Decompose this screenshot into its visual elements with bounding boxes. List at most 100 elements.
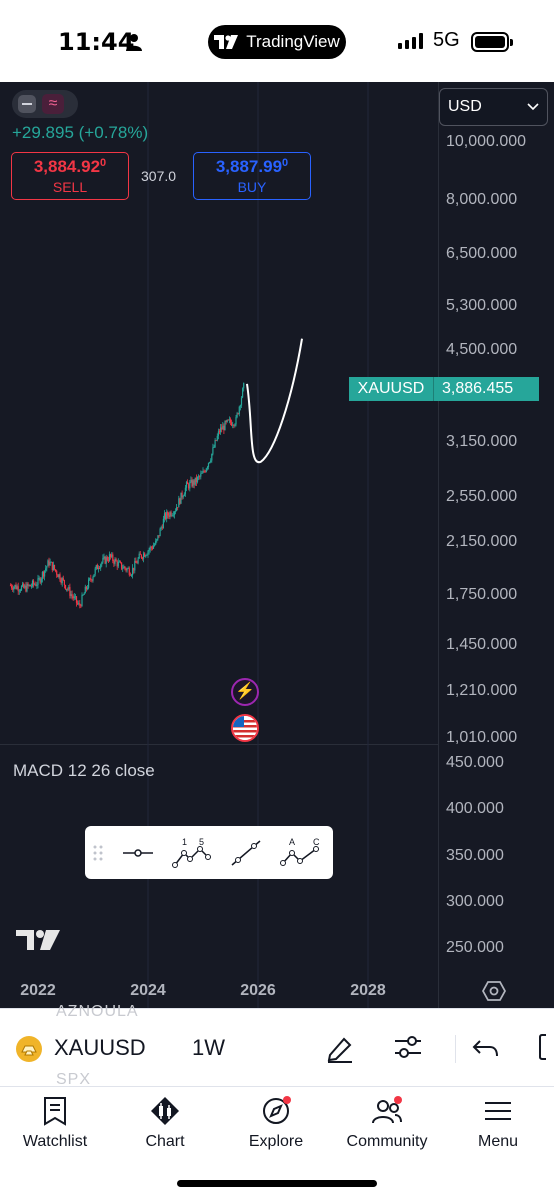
candle (40, 578, 42, 583)
candle (204, 471, 206, 473)
candle (203, 471, 205, 472)
price-axis-label: 1,750.000 (446, 586, 518, 603)
candle (184, 487, 186, 495)
symbol-bar-divider (455, 1035, 456, 1063)
person-icon (126, 34, 142, 51)
indicators-sliders-icon[interactable] (392, 1031, 424, 1063)
candle (96, 565, 98, 570)
candle (114, 559, 116, 564)
candle (91, 579, 93, 581)
tab-watchlist[interactable]: Watchlist (0, 1087, 110, 1151)
tab-community[interactable]: Community (332, 1087, 442, 1151)
tab-label: Explore (248, 1133, 304, 1150)
candle (25, 585, 27, 592)
candle (62, 578, 64, 581)
candle (34, 584, 36, 586)
macd-indicator-label[interactable]: MACD 12 26 close (13, 761, 155, 781)
candle (132, 567, 134, 576)
sell-price: 3,884.92 (33, 157, 101, 176)
abc-correction-button[interactable]: A C (273, 826, 327, 879)
candle (111, 554, 113, 557)
trend-line-button[interactable] (219, 826, 273, 879)
impulse-label-5: 5 (199, 837, 204, 847)
fullscreen-icon[interactable] (536, 1031, 554, 1063)
elliott-impulse-icon: 1 5 (172, 837, 211, 868)
price-axis-label: 1,010.000 (446, 729, 518, 746)
candle (101, 562, 103, 565)
candle (128, 568, 130, 575)
candle (150, 546, 152, 548)
buy-price-sup: 0 (282, 157, 289, 169)
candle (16, 586, 18, 589)
line-tool-button[interactable] (111, 826, 165, 879)
elliott-impulse-button[interactable]: 1 5 (165, 826, 219, 879)
candle (134, 561, 136, 571)
last-price-value: 3,886.455 (433, 377, 539, 401)
us-flag-event-icon[interactable] (231, 714, 259, 742)
candle (42, 571, 45, 577)
tradingview-watermark-icon (16, 930, 60, 950)
tab-explore[interactable]: Explore (221, 1087, 331, 1151)
candle (103, 556, 105, 559)
community-icon (372, 1096, 402, 1124)
candle (30, 586, 32, 587)
collapse-icon[interactable] (18, 95, 36, 113)
candle (162, 518, 164, 529)
candle (107, 560, 109, 562)
candle (136, 562, 138, 564)
abc-label-c: C (313, 837, 320, 847)
abc-correction-icon: A C (280, 837, 320, 866)
candle (104, 556, 106, 564)
candle (93, 574, 95, 578)
symbol-name[interactable]: XAUUSD (54, 1035, 146, 1061)
tab-menu[interactable]: Menu (443, 1087, 553, 1151)
candle (77, 602, 79, 604)
candle (148, 549, 150, 552)
legend-toggle[interactable]: ≈ (12, 90, 78, 118)
sell-button[interactable]: 3,884.920 SELL (11, 152, 129, 200)
candle (242, 388, 244, 398)
candle (133, 567, 135, 571)
candle (75, 596, 78, 603)
candle (187, 482, 189, 485)
candle (51, 561, 53, 571)
wave-icon[interactable]: ≈ (42, 94, 64, 114)
candle (189, 482, 191, 489)
lightning-event-icon[interactable]: ⚡ (231, 678, 259, 706)
currency-value: USD (448, 98, 482, 115)
axis-settings-icon[interactable] (482, 979, 506, 1003)
app-pill[interactable]: TradingView (208, 25, 346, 59)
interval-button[interactable]: 1W (192, 1035, 225, 1061)
candle (64, 584, 67, 590)
candle (45, 568, 47, 571)
candle (84, 586, 86, 594)
candle (210, 460, 212, 463)
candle (166, 511, 168, 519)
tab-chart[interactable]: Chart (110, 1087, 220, 1151)
candle (18, 590, 20, 592)
drag-handle-icon[interactable] (85, 826, 111, 879)
candle (174, 510, 177, 512)
price-axis-label: 10,000.000 (446, 133, 527, 150)
candle (123, 566, 125, 569)
axis-divider (438, 82, 439, 1008)
candle (144, 553, 146, 557)
candle (19, 590, 21, 592)
tab-label: Chart (145, 1133, 185, 1150)
candle (157, 535, 159, 540)
pen-icon[interactable] (324, 1031, 356, 1063)
time-axis-label: 2026 (240, 982, 276, 999)
horizontal-line-icon (123, 848, 153, 857)
candle (88, 579, 90, 588)
sell-price-sup: 0 (100, 157, 107, 169)
chart-area[interactable]: 10,000.000 8,000.000 6,500.000 5,300.000… (0, 82, 554, 1008)
currency-select[interactable]: USD (439, 88, 548, 126)
candle (179, 498, 181, 504)
candle (137, 558, 139, 564)
candle (73, 596, 75, 599)
candle (35, 584, 37, 586)
candle (228, 419, 230, 421)
candle (171, 514, 173, 516)
undo-icon[interactable] (470, 1031, 502, 1063)
buy-button[interactable]: 3,887.990 BUY (193, 152, 311, 200)
